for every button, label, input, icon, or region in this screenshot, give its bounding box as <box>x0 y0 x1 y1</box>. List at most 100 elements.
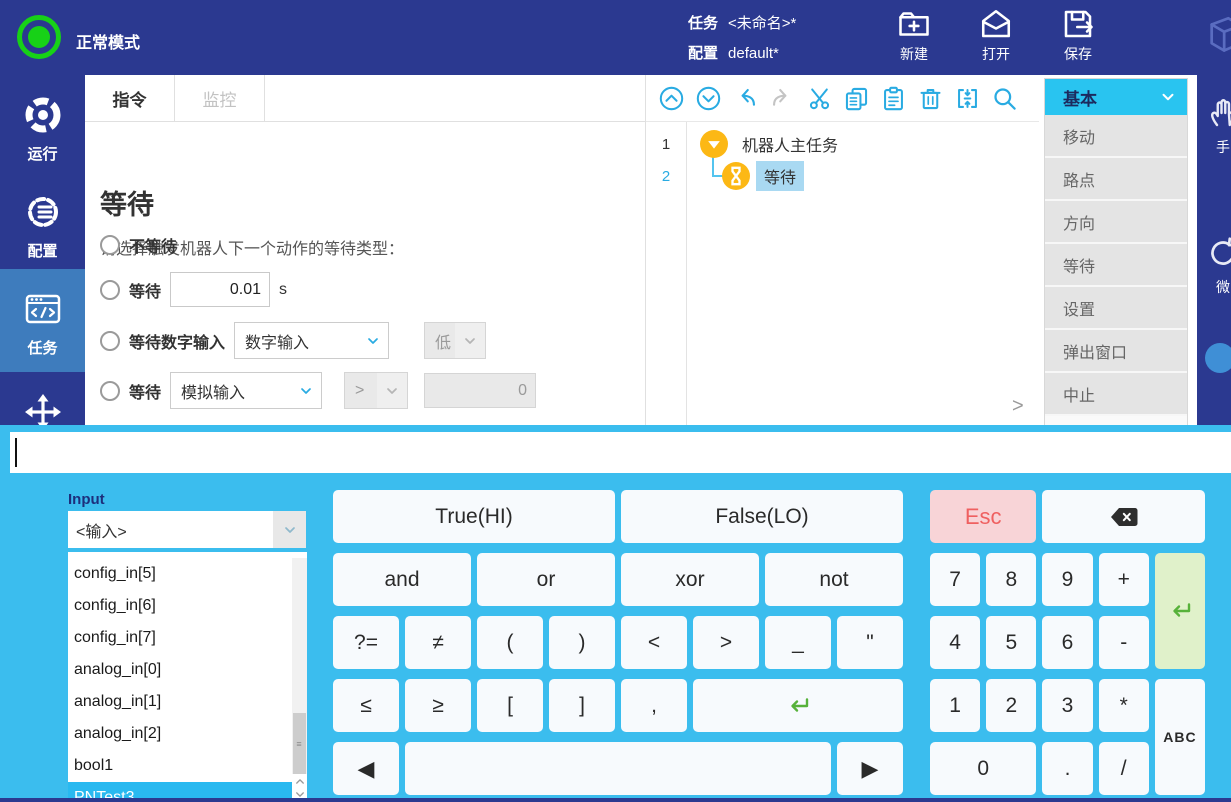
space-key[interactable] <box>405 742 831 795</box>
key-/[interactable]: / <box>1099 742 1149 795</box>
input-list-item[interactable]: config_in[6] <box>68 590 307 622</box>
radio-analog-wait[interactable] <box>100 381 120 401</box>
keyboard-numpad: Esc 789+456- 123*ABC 0./ <box>930 490 1205 795</box>
command-button-方向[interactable]: 方向 <box>1045 201 1187 244</box>
key--[interactable]: - <box>1099 616 1149 669</box>
esc-key[interactable]: Esc <box>930 490 1036 543</box>
topbar-action-新建[interactable]: 新建 <box>894 6 934 64</box>
topbar-action-打开[interactable]: 打开 <box>976 6 1016 64</box>
digital-input-select[interactable]: 数字输入 <box>234 322 389 359</box>
task-value: <未命名>* <box>728 9 796 39</box>
key-4[interactable]: 4 <box>930 616 980 669</box>
input-panel-label: Input <box>68 491 105 508</box>
expression-input[interactable] <box>10 432 1231 473</box>
key-)[interactable]: ) <box>549 616 615 669</box>
sidebar-item-配置[interactable]: 配置 <box>0 172 85 269</box>
command-button-等待[interactable]: 等待 <box>1045 244 1187 287</box>
key-.[interactable]: . <box>1042 742 1092 795</box>
bottom-edge <box>0 798 1231 802</box>
right-strip-item-微[interactable]: 微 <box>1203 233 1231 297</box>
numpad-enter-key[interactable] <box>1155 553 1205 669</box>
scrollbar-thumb[interactable]: ≡ <box>293 713 306 775</box>
operator-select[interactable]: > <box>344 372 408 409</box>
undo-icon[interactable] <box>732 85 759 112</box>
key-≤[interactable]: ≤ <box>333 679 399 732</box>
key-xor[interactable]: xor <box>621 553 759 606</box>
key-not[interactable]: not <box>765 553 903 606</box>
input-list-item[interactable]: config_in[7] <box>68 622 307 654</box>
key-≥[interactable]: ≥ <box>405 679 471 732</box>
cursor-left-key[interactable]: ◀ <box>333 742 399 795</box>
delete-icon[interactable] <box>917 85 944 112</box>
tree-node-label[interactable]: 机器人主任务 <box>734 129 846 159</box>
search-icon[interactable] <box>991 85 1018 112</box>
radio-digital-wait[interactable] <box>100 331 120 351</box>
command-button-移动[interactable]: 移动 <box>1045 115 1187 158</box>
input-list-item[interactable]: bool1 <box>68 750 307 782</box>
key-5[interactable]: 5 <box>986 616 1036 669</box>
true-hi-key[interactable]: True(HI) <box>333 490 615 543</box>
command-button-路点[interactable]: 路点 <box>1045 158 1187 201</box>
key-([interactable]: ( <box>477 616 543 669</box>
abc-key[interactable]: ABC <box>1155 679 1205 795</box>
radio-no-wait[interactable] <box>100 235 120 255</box>
sidebar-item-任务[interactable]: 任务 <box>0 269 85 372</box>
key-<[interactable]: < <box>621 616 687 669</box>
command-category-dropdown[interactable]: 基本 <box>1045 79 1187 115</box>
input-list-item[interactable]: analog_in[0] <box>68 654 307 686</box>
key-1[interactable]: 1 <box>930 679 980 732</box>
input-source-select[interactable]: <输入> <box>68 511 306 548</box>
key-7[interactable]: 7 <box>930 553 980 606</box>
radio-timed-wait[interactable] <box>100 280 120 300</box>
collapse-icon[interactable] <box>954 85 981 112</box>
key-and[interactable]: and <box>333 553 471 606</box>
scroll-up-icon[interactable] <box>293 775 307 788</box>
cursor-right-key[interactable]: ▶ <box>837 742 903 795</box>
paste-icon[interactable] <box>880 85 907 112</box>
key-9[interactable]: 9 <box>1042 553 1092 606</box>
key-][interactable]: ] <box>549 679 615 732</box>
key-"[interactable]: " <box>837 616 903 669</box>
key-3[interactable]: 3 <box>1042 679 1092 732</box>
key-8[interactable]: 8 <box>986 553 1036 606</box>
panel-expander-chevron[interactable]: > <box>1012 395 1024 418</box>
copy-icon[interactable] <box>843 85 870 112</box>
analog-input-select[interactable]: 模拟输入 <box>170 372 322 409</box>
sidebar-item-运行[interactable]: 运行 <box>0 75 85 172</box>
key-*[interactable]: * <box>1099 679 1149 732</box>
tab-monitor[interactable]: 监控 <box>175 75 265 121</box>
input-list-item[interactable]: analog_in[1] <box>68 686 307 718</box>
cut-icon[interactable] <box>806 85 833 112</box>
enter-key[interactable] <box>693 679 903 732</box>
input-list-item[interactable]: config_in[5] <box>68 558 307 590</box>
key-0[interactable]: 0 <box>930 742 1036 795</box>
key->[interactable]: > <box>693 616 759 669</box>
tree-row[interactable]: 2等待 <box>646 160 804 192</box>
key-_[interactable]: _ <box>765 616 831 669</box>
command-button-弹出窗口[interactable]: 弹出窗口 <box>1045 330 1187 373</box>
move-up-icon[interactable] <box>658 85 685 112</box>
key-6[interactable]: 6 <box>1042 616 1092 669</box>
backspace-key[interactable] <box>1042 490 1205 543</box>
key-≠[interactable]: ≠ <box>405 616 471 669</box>
level-select[interactable]: 低 <box>424 322 486 359</box>
false-lo-key[interactable]: False(LO) <box>621 490 903 543</box>
command-button-中止[interactable]: 中止 <box>1045 373 1187 416</box>
tree-node-label[interactable]: 等待 <box>756 161 804 191</box>
analog-threshold-input[interactable]: 0 <box>424 373 536 408</box>
tree-row[interactable]: 1机器人主任务 <box>646 128 846 160</box>
wait-time-input[interactable]: 0.01 <box>170 272 270 307</box>
key-or[interactable]: or <box>477 553 615 606</box>
key-[[interactable]: [ <box>477 679 543 732</box>
right-strip-item-手[interactable]: 手 <box>1203 93 1231 157</box>
move-down-icon[interactable] <box>695 85 722 112</box>
command-button-设置[interactable]: 设置 <box>1045 287 1187 330</box>
key-+[interactable]: + <box>1099 553 1149 606</box>
key-?=[interactable]: ?= <box>333 616 399 669</box>
key-2[interactable]: 2 <box>986 679 1036 732</box>
input-list-item[interactable]: analog_in[2] <box>68 718 307 750</box>
topbar-action-保存[interactable]: 保存 <box>1058 6 1098 64</box>
scrollbar[interactable]: ≡ <box>292 558 307 802</box>
tab-instruction[interactable]: 指令 <box>85 75 175 121</box>
key-,[interactable]: , <box>621 679 687 732</box>
